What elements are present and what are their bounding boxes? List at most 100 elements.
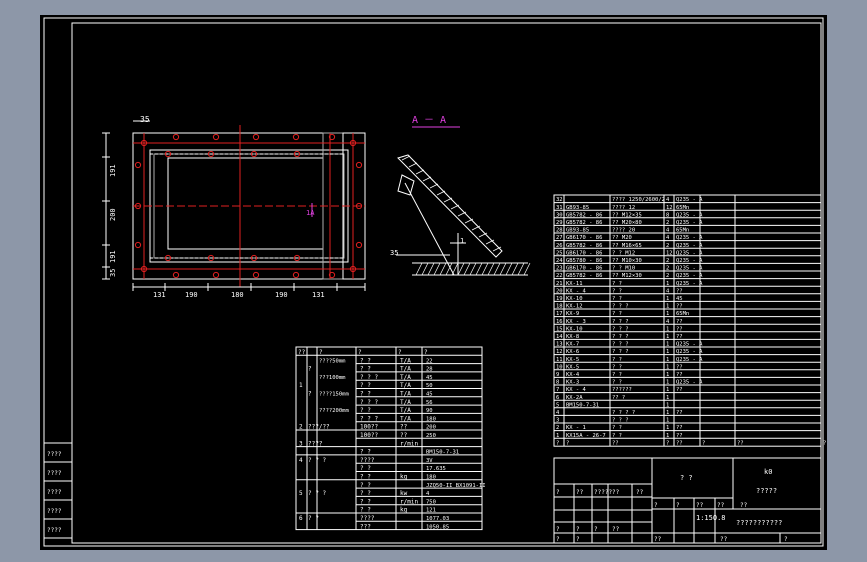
bom-name: ? ? [612,433,622,439]
bom-name: ? ? ? [612,342,629,348]
drawing-sheet[interactable]: ???????????????????? 35 19120019135 131 1… [40,15,827,550]
bom-code: KX-11 [566,281,583,287]
bom-name: ? ? ? [612,334,629,340]
title-right-sub: ????? [756,487,777,495]
param-group: ? ? ? [308,457,326,464]
bom-no: 3 [556,418,559,424]
bom-code: KX-10 [566,326,583,332]
bom-name: ???? 1250/2600/2 [612,197,665,203]
front-view [102,120,366,291]
bom-code: KX - 4 [566,288,587,294]
param-no: 5 [299,490,303,497]
bom-qty: 1 [666,349,669,355]
opening [167,157,324,250]
bom-material: 65Mn [676,228,689,234]
left-tag: ???? [47,451,62,458]
bom-material: Q235 - A [676,281,703,287]
dim-left-label: 191 [109,250,117,263]
inner-border [71,22,822,544]
bom-material: ?? [676,410,683,416]
bom-qty: 2 [666,243,669,249]
cad-drawing-canvas[interactable]: ???????????????????? 35 191 200 191 35 131 1… [40,15,827,550]
bom-code: KX-10 [566,296,583,302]
bom-code: KX - 3 [566,319,586,325]
bom-material: ?? [676,326,683,332]
bom-name: ? ? [612,425,622,431]
parameter-table: ????? ?????50mm? ? T/A 22?? ? T/A 28???100mm?… [295,346,486,530]
bom-name: ?? ? [612,395,625,401]
param-value: 1050.85 [426,524,449,530]
title-row2-cell: ?? [740,502,748,509]
bom-qty: 1 [666,425,669,431]
bom-code: KX-6 [566,349,579,355]
weld-dim: 1 [460,237,464,245]
title-row2-cell: ?? [717,502,725,509]
dim-bottom-label: 190 [275,291,288,299]
bom-qty: 1 [666,387,669,393]
bom-code: GB93-85 [566,228,589,234]
left-side-tags: ???????????????????? [43,442,73,539]
title-row2-cell: ? [676,502,680,509]
param-no: 6 [299,515,303,522]
bom-no: 23 [556,266,563,272]
bom-qty: 1 [666,410,669,416]
bom-name: ? ? M10 [612,266,635,272]
bom-code: KX15A - 26-7 [566,433,606,439]
title-sign-cell: ? [556,489,560,496]
bom-name: ? ? [612,296,622,302]
bom-qty: 1 [666,311,669,317]
bom-qty: 1 [666,380,669,386]
title-row3-cell: ?? [612,526,620,533]
bom-qty: 2 [666,266,669,272]
bom-material: ?? [676,433,683,439]
left-tag: ???? [47,527,62,534]
bom-code: KX-4 [566,372,580,378]
title-bottom-cell: ?? [654,536,662,543]
bom-name: ?? M20×80 [612,220,642,226]
param-item: ????50mm [319,358,346,364]
bom-material: ?? [676,319,683,325]
bom-qty: 1 [666,304,669,310]
bolt-hole [292,133,300,141]
bom-code: KX - 1 [566,425,586,431]
dim-top: 35 [140,115,150,124]
bom-material: Q235 - A [676,342,703,348]
bom-header-cell: ? [556,441,559,447]
bom-name: ? ? ? [612,326,629,332]
dim-left-label: 35 [109,269,117,277]
bom-qty: 1 [666,326,669,332]
bill-of-materials: 32???? 1250/2600/2 4 Q235 - A31 GB93-85????… [553,194,826,447]
title-row2-cell: ? [654,502,658,509]
param-item: ???100mm [319,375,346,381]
title-sign-cell: ????? [594,489,612,496]
bom-no: 8 [556,380,559,386]
bom-no: 17 [556,311,563,317]
bom-name: ? ? ? ? [612,410,635,416]
title-row2-cell: ?? [696,502,704,509]
bom-qty: 12 [666,250,673,256]
bom-qty: 2 [666,220,669,226]
bom-name: ? ? M12 [612,250,635,256]
bolt-hole [252,133,260,141]
param-no: 1 [299,382,303,389]
bom-no: 1 [556,433,559,439]
bom-name: ? ? ? [612,418,629,424]
bom-material: Q235 - A [676,220,703,226]
bom-name: ?? M12×30 [612,273,642,279]
left-tag: ???? [47,508,62,515]
param-item: ????200mm [319,408,349,414]
bom-no: 30 [556,212,563,218]
left-tag: ???? [47,470,62,477]
bom-qty: 1 [666,372,669,378]
bom-qty: 1 [666,395,669,401]
bolt-hole [172,271,180,279]
dim-bottom-label: 131 [312,291,325,299]
bom-no: 14 [556,334,563,340]
title-bottom-cell: ? [576,536,580,543]
title-bottom-cell: ? [556,536,560,543]
bom-no: 2 [556,425,559,431]
param-group: ? [308,391,312,398]
bolt-hole [252,271,260,279]
bom-code: KX-7 [566,342,579,348]
bom-material: Q235 - A [676,266,703,272]
